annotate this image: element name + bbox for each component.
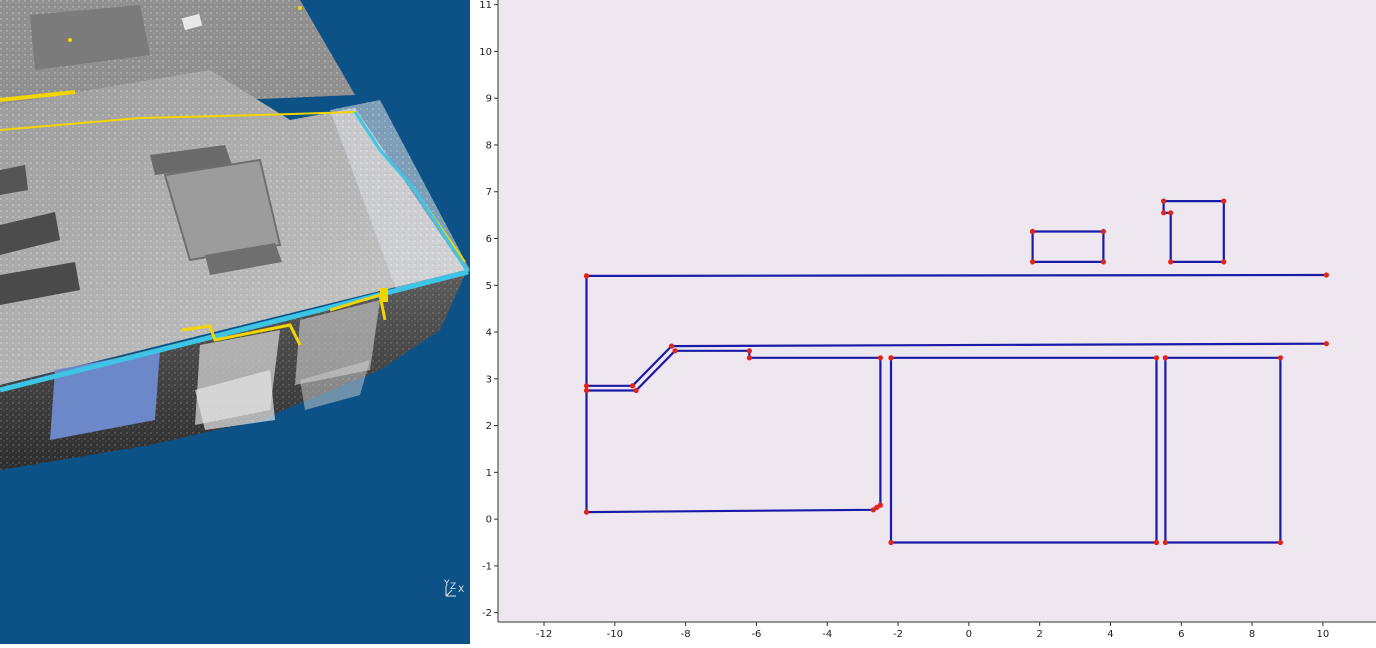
vertex-point: [877, 502, 883, 508]
wall-line-series-0: [586, 273, 1327, 277]
point-cloud-viewport[interactable]: Y Z X: [0, 0, 470, 644]
plot-area: [498, 0, 1376, 622]
point-cloud-render: [0, 0, 470, 470]
x-tick-label: -6: [751, 629, 761, 640]
y-tick-label: 3: [486, 374, 492, 385]
y-tick-label: -1: [482, 561, 492, 572]
axis-x-label: X: [458, 585, 464, 595]
vertex-point: [1168, 210, 1174, 216]
vertex-point: [1221, 198, 1227, 204]
y-tick-label: 10: [479, 47, 492, 58]
x-tick-label: -4: [822, 629, 832, 640]
axis-z-label: Z: [450, 582, 456, 592]
axis-y-label: Y: [443, 579, 450, 589]
y-tick-label: 2: [486, 421, 492, 432]
y-tick-label: 7: [486, 187, 492, 198]
vertex-point: [1153, 355, 1160, 361]
vertex-point: [1168, 259, 1174, 265]
y-tick-label: 8: [486, 140, 492, 151]
y-tick-label: 0: [486, 515, 492, 526]
vertex-point: [583, 273, 590, 279]
x-tick-label: 2: [1036, 629, 1042, 640]
y-tick-label: 9: [486, 94, 492, 105]
vertex-point: [1161, 210, 1167, 216]
orientation-axes-icon: Y Z X: [438, 578, 468, 600]
y-axis: -2 -1 0 1 2 3 4 5 6 7 8 9 10 11: [479, 0, 499, 622]
y-tick-label: 5: [486, 281, 492, 292]
vertex-point: [1161, 198, 1167, 204]
y-tick-label: 4: [486, 328, 492, 339]
vertex-point: [1030, 228, 1036, 235]
vertex-point: [1277, 355, 1283, 361]
vertex-point: [1162, 355, 1168, 361]
x-tick-label: -2: [893, 629, 903, 640]
x-tick-label: 4: [1107, 629, 1113, 640]
vertex-point: [877, 355, 883, 361]
vertex-point: [888, 539, 894, 546]
x-tick-label: 6: [1178, 629, 1184, 640]
vertex-point: [1323, 272, 1329, 278]
vertex-point: [1162, 539, 1168, 546]
y-tick-label: 6: [486, 234, 492, 245]
x-tick-label: -12: [536, 629, 552, 640]
vertex-point: [746, 355, 752, 361]
vertex-point: [633, 387, 639, 394]
vertex-point: [583, 387, 590, 394]
vertex-point: [888, 355, 894, 361]
vertex-point: [1030, 259, 1036, 265]
y-tick-label: 1: [486, 468, 492, 479]
floorplan-chart: -12 -10 -8 -6 -4 -2 0 2 4 6 8 10 -2-101234567891011: [479, 0, 1376, 640]
x-tick-label: 10: [1317, 629, 1330, 640]
vertex-point: [1323, 341, 1329, 347]
y-tick-label: -2: [482, 608, 492, 619]
x-tick-label: -10: [607, 629, 623, 640]
vertex-point: [1100, 228, 1106, 235]
vertex-point: [629, 383, 636, 389]
floorplan-plot-pane[interactable]: -12 -10 -8 -6 -4 -2 0 2 4 6 8 10 -2 -1 0 1 2 3 4 5 6 7 8 9 10 11: [470, 0, 1376, 644]
vertex-point: [1100, 259, 1106, 265]
vertex-point: [583, 383, 590, 389]
x-axis: -12 -10 -8 -6 -4 -2 0 2 4 6 8 10: [498, 621, 1376, 640]
vertex-point: [672, 348, 678, 354]
x-tick-label: -8: [681, 629, 691, 640]
vertex-point: [1221, 259, 1227, 265]
vertex-point: [583, 509, 590, 515]
x-tick-label: 8: [1249, 629, 1255, 640]
vertex-point: [1153, 539, 1160, 546]
x-tick-label: 0: [966, 629, 972, 640]
vertex-point: [1277, 539, 1283, 546]
vertex-point: [668, 343, 675, 349]
y-tick-label: 11: [479, 0, 492, 11]
vertex-point: [746, 348, 752, 354]
